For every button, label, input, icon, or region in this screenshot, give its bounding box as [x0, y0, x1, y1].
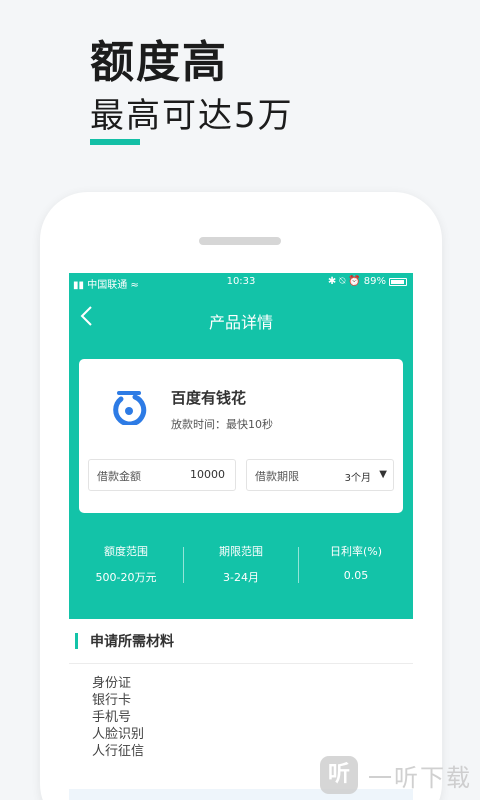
phone-speaker [199, 237, 281, 245]
product-card: 百度有钱花 放款时间：最快10秒 借款金额 10000 借款期限 3个月 ▼ [79, 359, 403, 513]
stats-row: 额度范围 500-20万元 期限范围 3-24月 日利率(%) 0.05 [69, 543, 413, 587]
term-label: 借款期限 [255, 470, 299, 483]
nav-bar: 产品详情 [69, 301, 413, 339]
term-select[interactable]: 借款期限 3个月 ▼ [246, 459, 394, 491]
stat-label: 额度范围 [104, 545, 148, 558]
watermark: 听 一听下载 [320, 756, 472, 794]
list-item: 人脸识别 [92, 727, 145, 742]
status-bar: ▮▮ 中国联通 ≈ 10:33 ✱ ⍉ ⏰ 89% [69, 273, 413, 293]
stat-label: 期限范围 [219, 545, 263, 558]
stat-label: 日利率(%) [329, 545, 383, 558]
product-name: 百度有钱花 [171, 389, 247, 407]
list-item: 手机号 [92, 710, 132, 725]
dropdown-triangle-icon: ▼ [379, 469, 387, 480]
product-logo-icon [111, 389, 147, 427]
stat-amount-range: 额度范围 500-20万元 [69, 543, 183, 585]
term-value: 3个月 [344, 473, 371, 484]
stat-term-range: 期限范围 3-24月 [184, 543, 298, 585]
phone-frame: ▮▮ 中国联通 ≈ 10:33 ✱ ⍉ ⏰ 89% 产品详情 百度有钱花 放款时… [40, 192, 442, 800]
materials-header: 申请所需材料 [75, 631, 174, 651]
materials-title: 申请所需材料 [90, 634, 174, 650]
header-panel: ▮▮ 中国联通 ≈ 10:33 ✱ ⍉ ⏰ 89% 产品详情 百度有钱花 放款时… [69, 273, 413, 619]
list-item: 人行征信 [92, 744, 145, 759]
mute-icon: ⍉ [339, 276, 346, 287]
accent-bar [90, 139, 140, 145]
watermark-text: 一听下载 [368, 763, 472, 792]
promo-headline: 额度高 [90, 37, 228, 88]
amount-label: 借款金额 [97, 470, 141, 483]
status-right: ✱ ⍉ ⏰ 89% [328, 276, 407, 287]
amount-value: 10000 [190, 468, 225, 481]
stat-value: 3-24月 [223, 571, 259, 584]
amount-field[interactable]: 借款金额 10000 [88, 459, 236, 491]
list-item: 身份证 [92, 676, 132, 691]
phone-screen: ▮▮ 中国联通 ≈ 10:33 ✱ ⍉ ⏰ 89% 产品详情 百度有钱花 放款时… [69, 273, 413, 800]
stat-value: 0.05 [343, 569, 369, 582]
nav-title: 产品详情 [208, 313, 273, 332]
battery-icon [389, 277, 407, 286]
section-divider [69, 663, 413, 664]
promo-subline: 最高可达5万 [90, 96, 294, 136]
battery-percent: 89% [363, 276, 386, 287]
section-marker [75, 633, 78, 649]
bluetooth-icon: ✱ [327, 276, 337, 287]
stat-value: 500-20万元 [95, 571, 157, 584]
list-item: 银行卡 [92, 693, 132, 708]
loan-time-text: 放款时间：最快10秒 [171, 418, 273, 431]
materials-list: 身份证 银行卡 手机号 人脸识别 人行征信 [92, 675, 144, 760]
alarm-icon: ⏰ [348, 276, 361, 287]
stat-daily-rate: 日利率(%) 0.05 [299, 543, 413, 582]
watermark-logo-icon: 听 [320, 756, 358, 794]
